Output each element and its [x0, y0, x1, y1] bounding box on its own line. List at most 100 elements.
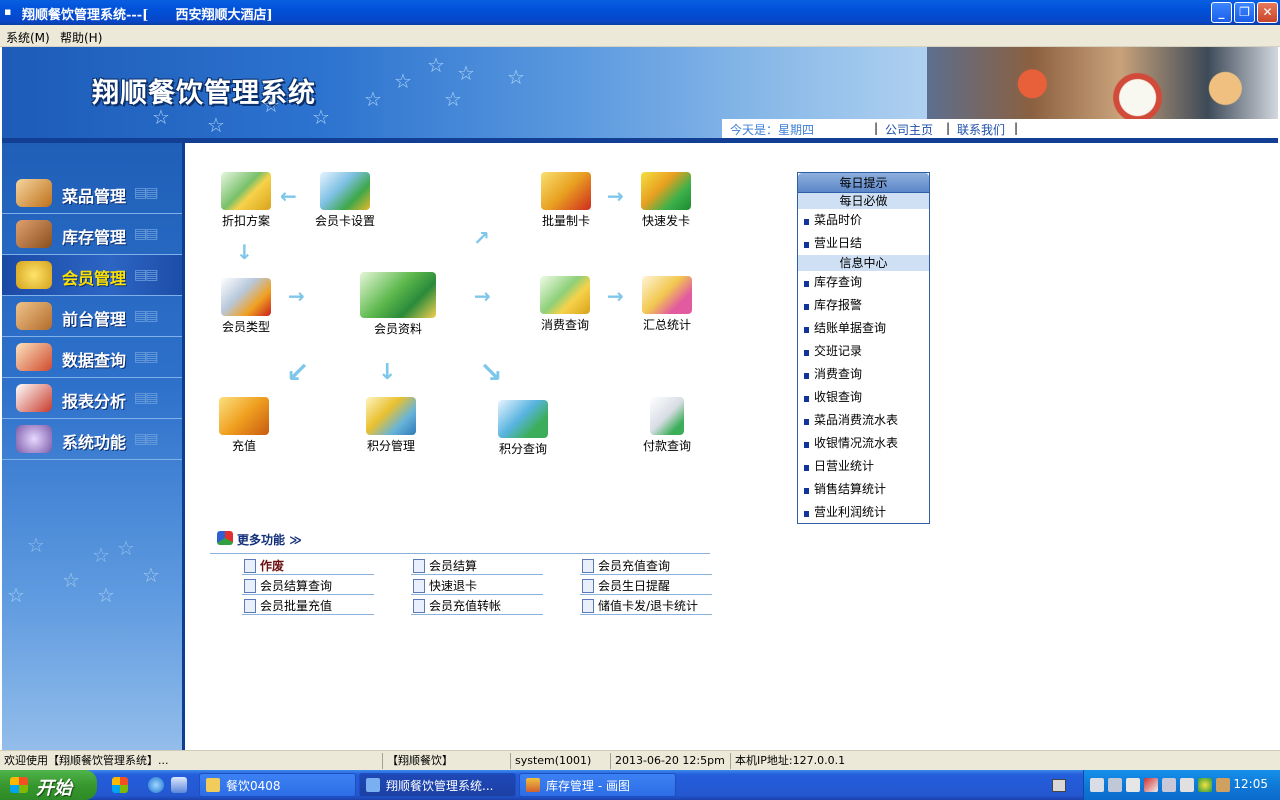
fn-void[interactable]: 作废 [242, 557, 284, 574]
banner: 翔顺餐饮管理系统 ☆ ☆ ☆ ☆ ☆ ☆ ☆ ☆ ☆ ☆ 今天是：星期四 | 公… [2, 47, 1278, 143]
divider [242, 614, 374, 615]
decoration-icon: ▤▤ [134, 226, 159, 242]
fn-stored-card-stats[interactable]: 储值卡发/退卡统计 [580, 597, 698, 614]
window-title: 翔顺餐饮管理系统---[ 西安翔顺大酒店] [22, 8, 273, 23]
node-label: 积分查询 [498, 442, 547, 456]
summary-stats-icon [642, 276, 692, 314]
sidebar-item-members[interactable]: 会员管理 ▤▤ [2, 255, 182, 296]
sidebar-item-label: 数据查询 [62, 351, 127, 370]
node-label: 充值 [231, 439, 256, 453]
fn-recharge-transfer[interactable]: 会员充值转帐 [411, 597, 501, 614]
node-consume-query[interactable]: 消费查询 [534, 276, 596, 333]
menu-help[interactable]: 帮助(H) [60, 29, 102, 46]
arrow-downright-icon: ↘ [479, 356, 503, 389]
more-functions-icon [217, 531, 233, 545]
node-label: 快速发卡 [641, 214, 690, 228]
star-icon: ☆ [394, 69, 412, 93]
tip-link[interactable]: 销售结算统计 [798, 478, 929, 501]
fn-member-settle[interactable]: 会员结算 [411, 557, 477, 574]
card-settings-icon [320, 172, 370, 210]
arrow-right-icon: → [474, 284, 491, 308]
network-icon[interactable] [1144, 778, 1158, 792]
decoration-icon: ▤▤ [134, 390, 159, 406]
security-icon[interactable] [1198, 778, 1212, 792]
sidebar-item-label: 库存管理 [62, 228, 127, 247]
company-home-link[interactable]: 公司主页 [885, 121, 933, 138]
sidebar-item-dishes[interactable]: 菜品管理 ▤▤ [2, 173, 182, 214]
task-app[interactable]: 翔顺餐饮管理系统... [359, 773, 516, 797]
sidebar-item-label: 报表分析 [62, 392, 127, 411]
task-folder[interactable]: 餐饮0408 [199, 773, 356, 797]
node-member-info[interactable]: 会员资料 [356, 272, 440, 337]
sidebar-item-data-query[interactable]: 数据查询 ▤▤ [2, 337, 182, 378]
member-info-icon [360, 272, 436, 318]
menu-bar: 系统(M) 帮助(H) [0, 25, 1280, 47]
safe-remove-icon[interactable] [1180, 778, 1194, 792]
printer-icon[interactable] [1090, 778, 1104, 792]
node-label: 会员卡设置 [314, 214, 375, 228]
node-points-manage[interactable]: 积分管理 [360, 397, 422, 454]
fn-recharge-query[interactable]: 会员充值查询 [580, 557, 670, 574]
tip-link[interactable]: 日营业统计 [798, 455, 929, 478]
arrow-right-icon: → [607, 284, 624, 308]
show-desktop-icon[interactable] [171, 777, 187, 793]
more-functions-title[interactable]: 更多功能 ≫ [237, 531, 302, 548]
node-label: 汇总统计 [642, 318, 691, 332]
tip-link[interactable]: 消费查询 [798, 363, 929, 386]
daily-section-title: 每日必做 [798, 193, 929, 209]
arrow-right-icon: → [607, 184, 624, 208]
node-recharge[interactable]: 充值 [216, 397, 272, 454]
sidebar-item-reports[interactable]: 报表分析 ▤▤ [2, 378, 182, 419]
node-label: 会员类型 [221, 320, 270, 334]
tip-link[interactable]: 库存查询 [798, 271, 929, 294]
fn-birthday-reminder[interactable]: 会员生日提醒 [580, 577, 670, 594]
star-icon: ☆ [7, 583, 25, 607]
device-icon[interactable] [1108, 778, 1122, 792]
double-chevron-icon: ≫ [289, 533, 302, 547]
tip-link[interactable]: 营业利润统计 [798, 501, 929, 524]
sidebar-item-label: 菜品管理 [62, 187, 127, 206]
close-button[interactable]: ✕ [1257, 2, 1278, 23]
sidebar-item-system[interactable]: 系统功能 ▤▤ [2, 419, 182, 460]
tip-link[interactable]: 交班记录 [798, 340, 929, 363]
minimize-button[interactable]: _ [1211, 2, 1232, 23]
sidebar-item-inventory[interactable]: 库存管理 ▤▤ [2, 214, 182, 255]
tip-link[interactable]: 结账单据查询 [798, 317, 929, 340]
node-card-settings[interactable]: 会员卡设置 [310, 172, 380, 229]
maximize-button[interactable]: ❐ [1234, 2, 1255, 23]
points-query-icon [498, 400, 548, 438]
start-button[interactable]: 开始 [0, 770, 97, 800]
menu-system[interactable]: 系统(M) [6, 29, 50, 46]
volume-icon[interactable] [1162, 778, 1176, 792]
star-icon: ☆ [457, 61, 475, 85]
tip-link[interactable]: 库存报警 [798, 294, 929, 317]
tip-link[interactable]: 菜品消费流水表 [798, 409, 929, 432]
tray-app-icon[interactable] [1216, 778, 1230, 792]
arrow-left-icon: ← [280, 184, 297, 208]
sidebar-item-frontdesk[interactable]: 前台管理 ▤▤ [2, 296, 182, 337]
node-summary-stats[interactable]: 汇总统计 [636, 276, 698, 333]
today-text: 今天是：星期四 [730, 123, 815, 137]
tip-link[interactable]: 菜品时价 [798, 209, 929, 232]
node-discount-plan[interactable]: 折扣方案 [216, 172, 276, 229]
tip-link[interactable]: 营业日结 [798, 232, 929, 255]
keyboard-icon[interactable] [1052, 779, 1066, 792]
node-member-type[interactable]: 会员类型 [216, 278, 276, 335]
node-points-query[interactable]: 积分查询 [492, 400, 554, 457]
document-icon[interactable] [1126, 778, 1140, 792]
node-batch-make-card[interactable]: 批量制卡 [536, 172, 596, 229]
node-quick-issue-card[interactable]: 快速发卡 [636, 172, 696, 229]
node-payment-query[interactable]: 付款查询 [636, 397, 698, 454]
fn-quick-refund-card[interactable]: 快速退卡 [411, 577, 477, 594]
contact-us-link[interactable]: 联系我们 [957, 121, 1005, 138]
tip-link[interactable]: 收银查询 [798, 386, 929, 409]
fn-settle-query[interactable]: 会员结算查询 [242, 577, 332, 594]
ie-icon[interactable] [148, 777, 164, 793]
fn-batch-recharge[interactable]: 会员批量充值 [242, 597, 332, 614]
quicklaunch-icon[interactable] [112, 777, 128, 793]
divider [580, 594, 712, 595]
recharge-icon [219, 397, 269, 435]
tip-link[interactable]: 收银情况流水表 [798, 432, 929, 455]
task-paint[interactable]: 库存管理 - 画图 [519, 773, 676, 797]
app-icon[interactable]: ▪ [4, 5, 18, 19]
